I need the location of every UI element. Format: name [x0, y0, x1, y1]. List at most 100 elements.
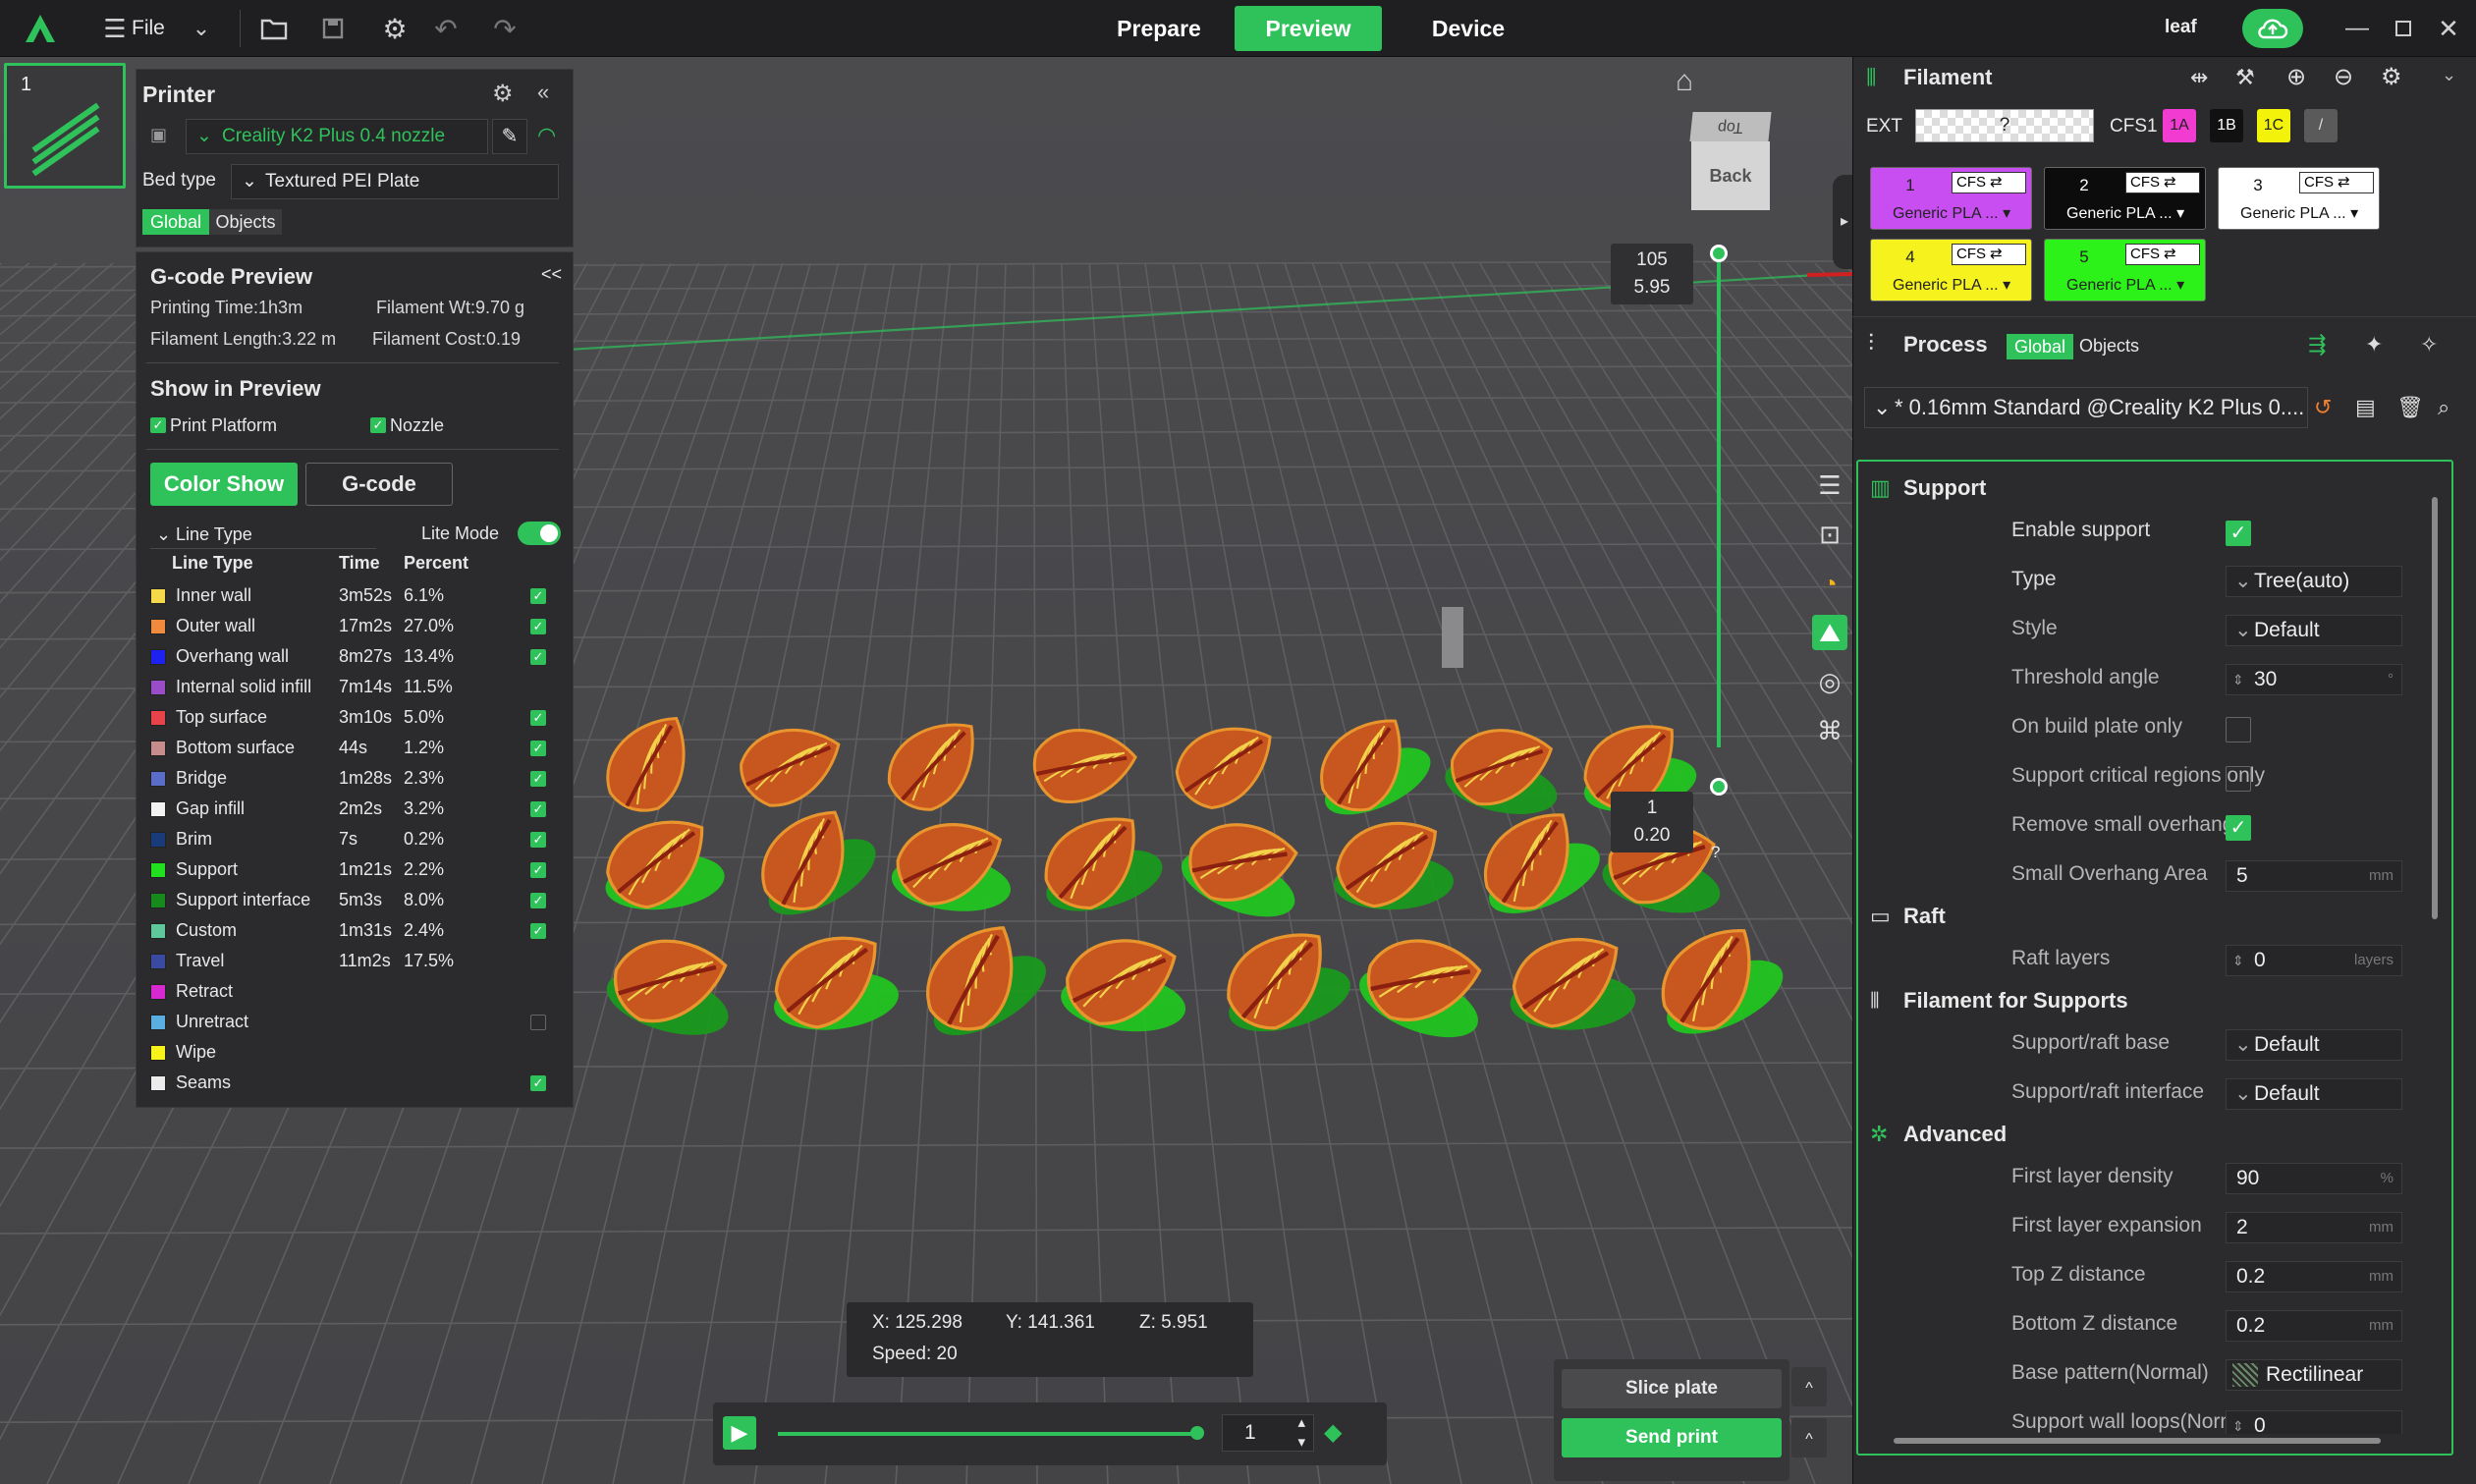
save-preset-icon[interactable]: ▤	[2355, 395, 2376, 420]
cfs-mapping-button[interactable]: CFS ⇄	[2299, 172, 2374, 193]
cloud-upload-icon[interactable]	[2242, 9, 2303, 48]
first-layer-density-input[interactable]: 90%	[2226, 1163, 2402, 1194]
line-color-swatch[interactable]	[150, 771, 166, 787]
line-color-swatch[interactable]	[150, 1015, 166, 1030]
filament-type-select[interactable]: Generic PLA ... ▾	[2240, 203, 2358, 223]
collapse-filament-icon[interactable]: ⌄	[2442, 65, 2456, 85]
add-filament-icon[interactable]: ⊕	[2286, 63, 2306, 91]
line-type-visibility-checkbox[interactable]: ✓	[530, 771, 546, 787]
raft-interface-select[interactable]: ⌄ Default	[2226, 1078, 2402, 1110]
on-build-plate-only-checkbox[interactable]	[2226, 717, 2251, 742]
raft-base-select[interactable]: ⌄ Default	[2226, 1029, 2402, 1061]
color-show-button[interactable]: Color Show	[150, 463, 298, 506]
line-color-swatch[interactable]	[150, 710, 166, 726]
cfs-mapping-button[interactable]: CFS ⇄	[2125, 172, 2200, 193]
undo-icon[interactable]: ↶	[429, 12, 463, 45]
line-type-select[interactable]: ⌄ Line Type	[150, 520, 376, 549]
process-scope-global-tab[interactable]: Global	[2007, 334, 2073, 359]
play-icon[interactable]: ▶	[723, 1416, 756, 1450]
type-select[interactable]: ⌄ Tree(auto)	[2226, 566, 2402, 597]
line-type-visibility-checkbox[interactable]: ✓	[530, 832, 546, 848]
base-pattern-select[interactable]: Rectilinear	[2226, 1359, 2402, 1391]
line-type-visibility-checkbox[interactable]: ✓	[530, 649, 546, 665]
stepper-arrows-icon[interactable]: ▴ ▾	[1297, 1413, 1305, 1453]
view-cube-top-face[interactable]: Top	[1689, 112, 1772, 141]
stepper-icon[interactable]: ⇕	[2232, 946, 2244, 975]
stepper-icon[interactable]: ⇕	[2232, 1411, 2244, 1434]
printer-select[interactable]: ⌄ Creality K2 Plus 0.4 nozzle	[186, 119, 488, 154]
line-color-swatch[interactable]	[150, 893, 166, 908]
line-color-swatch[interactable]	[150, 801, 166, 817]
filament-card[interactable]: 3 CFS ⇄ Generic PLA ... ▾	[2218, 167, 2380, 230]
first-layer-expansion-input[interactable]: 2 mm	[2226, 1212, 2402, 1243]
tab-device[interactable]: Device	[1404, 6, 1532, 51]
horizontal-scrollbar[interactable]	[1894, 1438, 2381, 1444]
bottom-z-distance-input[interactable]: 0.2 mm	[2226, 1310, 2402, 1342]
speedometer-icon[interactable]: ◔	[1812, 566, 1847, 601]
chevron-down-icon[interactable]: ⌄	[185, 12, 218, 45]
stepper-icon[interactable]: ⇕	[2232, 665, 2244, 694]
user-name[interactable]: leaf	[2165, 17, 2197, 38]
gcode-button[interactable]: G-code	[305, 463, 453, 506]
compare-icon[interactable]: ⇶	[2308, 332, 2326, 357]
slice-options-button[interactable]: ^	[1791, 1367, 1827, 1406]
cfs-slot-1A[interactable]: 1A	[2163, 109, 2196, 142]
collapse-sidebar-button[interactable]: ▸	[1833, 175, 1852, 269]
enable-support-checkbox[interactable]: ✓	[2226, 521, 2251, 546]
line-type-visibility-checkbox[interactable]: ✓	[530, 862, 546, 878]
ext-spool-slot[interactable]: ?	[1915, 109, 2094, 142]
line-color-swatch[interactable]	[150, 862, 166, 878]
view-cube-back-face[interactable]: Back	[1691, 141, 1770, 210]
line-type-visibility-checkbox[interactable]	[530, 1015, 546, 1030]
cfs-slot-1C[interactable]: 1C	[2257, 109, 2290, 142]
section-view-icon[interactable]: ⊡	[1812, 517, 1847, 552]
remove-small-overhangs-checkbox[interactable]: ✓	[2226, 815, 2251, 841]
wifi-icon[interactable]: ◠	[537, 123, 556, 148]
line-type-visibility-checkbox[interactable]: ✓	[530, 1075, 546, 1091]
bed-type-select[interactable]: ⌄ Textured PEI Plate	[231, 164, 559, 199]
filament-card[interactable]: 2 CFS ⇄ Generic PLA ... ▾	[2044, 167, 2206, 230]
line-color-swatch[interactable]	[150, 680, 166, 695]
line-color-swatch[interactable]	[150, 588, 166, 604]
layer-step-input[interactable]: 1 ▴ ▾	[1222, 1414, 1314, 1452]
line-color-swatch[interactable]	[150, 954, 166, 969]
filament-type-select[interactable]: Generic PLA ... ▾	[1893, 203, 2010, 223]
scope-objects-tab[interactable]: Objects	[209, 209, 282, 235]
gear-icon[interactable]: ⚙	[378, 12, 412, 45]
file-menu[interactable]: File	[132, 17, 165, 40]
slice-plate-button[interactable]: Slice plate	[1562, 1369, 1782, 1408]
support-wall-loops-input[interactable]: ⇕ 0	[2226, 1410, 2402, 1434]
line-type-visibility-checkbox[interactable]: ✓	[530, 801, 546, 817]
scope-global-tab[interactable]: Global	[142, 209, 209, 235]
tab-preview[interactable]: Preview	[1235, 6, 1382, 51]
process-wrench-icon[interactable]: ✧	[2420, 332, 2438, 357]
print-platform-checkbox[interactable]: ✓	[150, 417, 166, 433]
support-painting-icon[interactable]: ⛰	[1812, 615, 1847, 650]
line-type-visibility-checkbox[interactable]: ✓	[530, 710, 546, 726]
send-options-button[interactable]: ^	[1791, 1418, 1827, 1457]
remove-filament-icon[interactable]: ⊖	[2334, 63, 2353, 91]
cfs-mapping-button[interactable]: CFS ⇄	[1952, 172, 2026, 193]
plate-thumbnail[interactable]: 1	[4, 63, 126, 189]
style-select[interactable]: ⌄ Default	[2226, 615, 2402, 646]
open-folder-icon[interactable]	[257, 12, 291, 45]
line-type-visibility-checkbox[interactable]: ✓	[530, 893, 546, 908]
filament-type-select[interactable]: Generic PLA ... ▾	[1893, 275, 2010, 295]
collapse-panel-button[interactable]: <<	[541, 264, 562, 285]
playback-handle[interactable]	[1190, 1426, 1204, 1440]
line-color-swatch[interactable]	[150, 741, 166, 756]
layer-slider-bottom-handle[interactable]	[1710, 778, 1728, 796]
line-color-swatch[interactable]	[150, 1045, 166, 1061]
filament-type-select[interactable]: Generic PLA ... ▾	[2066, 203, 2184, 223]
process-preset-select[interactable]: ⌄ * 0.16mm Standard @Creality K2 Plus 0.…	[1864, 387, 2308, 428]
maximize-icon[interactable]	[2387, 12, 2420, 45]
send-print-button[interactable]: Send print	[1562, 1418, 1782, 1457]
filament-type-select[interactable]: Generic PLA ... ▾	[2066, 275, 2184, 295]
view-cube[interactable]: Top Back	[1689, 112, 1772, 214]
collapse-chevron-icon[interactable]: «	[537, 80, 549, 105]
filament-card[interactable]: 4 CFS ⇄ Generic PLA ... ▾	[1870, 239, 2032, 302]
layer-slider-top-handle[interactable]	[1710, 245, 1728, 262]
target-icon[interactable]: ◎	[1812, 664, 1847, 699]
filament-dryer-icon[interactable]: ⚒	[2235, 65, 2255, 90]
process-tune-icon[interactable]: ✦	[2365, 332, 2383, 357]
